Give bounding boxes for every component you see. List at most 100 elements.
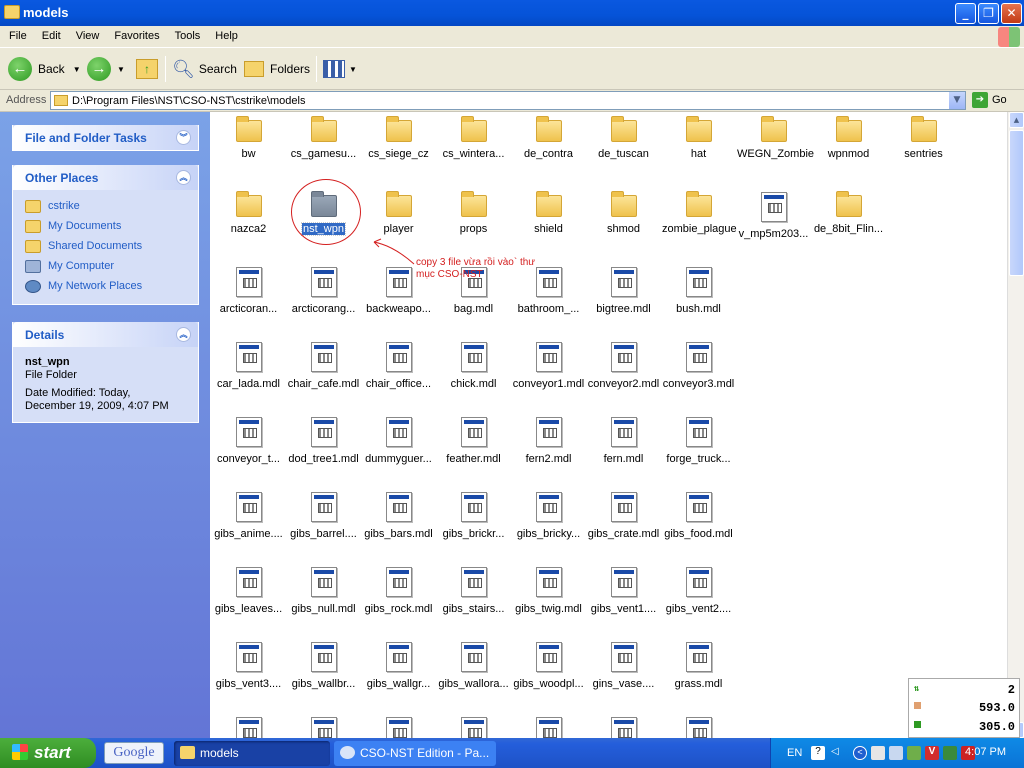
file-item[interactable] bbox=[211, 713, 286, 738]
google-toolbar[interactable]: Google bbox=[104, 742, 164, 764]
file-item[interactable]: gibs_bricky... bbox=[511, 488, 586, 563]
file-item[interactable]: dummyguer... bbox=[361, 413, 436, 488]
file-item[interactable]: arcticoran... bbox=[211, 263, 286, 338]
file-item[interactable]: gibs_wallgr... bbox=[361, 638, 436, 713]
file-item[interactable]: gibs_null.mdl bbox=[286, 563, 361, 638]
menu-tools[interactable]: Tools bbox=[166, 26, 207, 42]
place-shared-documents[interactable]: Shared Documents bbox=[25, 236, 186, 256]
file-item[interactable]: gibs_crate.mdl bbox=[586, 488, 661, 563]
folder-item[interactable]: shmod bbox=[586, 188, 661, 263]
forward-button[interactable]: → ▼ bbox=[87, 54, 125, 84]
other-places-header[interactable]: Other Places ︽ bbox=[13, 165, 198, 190]
folder-item[interactable]: hat bbox=[661, 113, 736, 188]
file-item[interactable]: gins_vase.... bbox=[586, 638, 661, 713]
file-item[interactable]: feather.mdl bbox=[436, 413, 511, 488]
file-item[interactable]: gibs_vent2.... bbox=[661, 563, 736, 638]
file-item[interactable] bbox=[436, 713, 511, 738]
address-dropdown-icon[interactable]: ▼ bbox=[949, 92, 965, 109]
place-my-documents[interactable]: My Documents bbox=[25, 216, 186, 236]
file-item[interactable]: v_mp5m203... bbox=[736, 188, 811, 263]
vertical-scrollbar[interactable]: ▲ ▼ bbox=[1007, 112, 1024, 738]
expand-icon[interactable]: ︾ bbox=[176, 130, 191, 145]
file-item[interactable]: fern.mdl bbox=[586, 413, 661, 488]
folder-item[interactable]: shield bbox=[511, 188, 586, 263]
file-item[interactable]: bush.mdl bbox=[661, 263, 736, 338]
file-item[interactable]: gibs_wallbr... bbox=[286, 638, 361, 713]
help-icon[interactable]: ? bbox=[811, 746, 825, 760]
file-item[interactable]: gibs_vent1.... bbox=[586, 563, 661, 638]
folder-item[interactable]: zombie_plague bbox=[661, 188, 737, 263]
file-item[interactable]: car_lada.mdl bbox=[211, 338, 286, 413]
collapse-icon[interactable]: ︽ bbox=[176, 170, 191, 185]
tray-icon-1[interactable] bbox=[871, 746, 885, 760]
file-item[interactable]: gibs_wallora... bbox=[436, 638, 511, 713]
chevron-left-icon[interactable]: < bbox=[853, 746, 867, 760]
file-item[interactable] bbox=[661, 713, 736, 738]
scroll-up-icon[interactable]: ▲ bbox=[1009, 112, 1024, 128]
minimize-button[interactable]: _ bbox=[955, 3, 976, 24]
file-item[interactable]: conveyor3.mdl bbox=[661, 338, 736, 413]
back-button[interactable]: ← Back ▼ bbox=[8, 54, 81, 84]
place-my-network-places[interactable]: My Network Places bbox=[25, 276, 186, 296]
search-button[interactable]: 🔍︎ Search bbox=[172, 54, 237, 84]
file-item[interactable]: dod_tree1.mdl bbox=[286, 413, 361, 488]
file-item[interactable]: gibs_brickr... bbox=[436, 488, 511, 563]
menu-edit[interactable]: Edit bbox=[33, 26, 67, 42]
folder-item[interactable]: bw bbox=[211, 113, 286, 188]
tray-icon-2[interactable] bbox=[889, 746, 903, 760]
folder-item[interactable]: sentries bbox=[886, 113, 961, 188]
file-item[interactable]: gibs_bars.mdl bbox=[361, 488, 436, 563]
folder-item[interactable]: cs_wintera... bbox=[436, 113, 511, 188]
folder-item[interactable]: de_tuscan bbox=[586, 113, 661, 188]
address-input[interactable]: D:\Program Files\NST\CSO-NST\cstrike\mod… bbox=[50, 91, 966, 110]
maximize-button[interactable]: ❐ bbox=[978, 3, 999, 24]
file-item[interactable]: gibs_leaves... bbox=[211, 563, 286, 638]
file-item[interactable]: fern2.mdl bbox=[511, 413, 586, 488]
sound-icon[interactable]: ◁ bbox=[831, 746, 845, 760]
tray-icon-4[interactable] bbox=[943, 746, 957, 760]
file-item[interactable]: gibs_woodpl... bbox=[511, 638, 586, 713]
up-folder-button[interactable]: ↑ bbox=[136, 54, 158, 84]
file-item[interactable]: conveyor2.mdl bbox=[586, 338, 661, 413]
tray-icon-3[interactable] bbox=[907, 746, 921, 760]
folder-item[interactable]: cs_gamesu... bbox=[286, 113, 361, 188]
menu-favorites[interactable]: Favorites bbox=[105, 26, 165, 42]
file-item[interactable]: gibs_twig.mdl bbox=[511, 563, 586, 638]
file-item[interactable]: chair_cafe.mdl bbox=[286, 338, 361, 413]
file-folder-tasks-header[interactable]: File and Folder Tasks ︾ bbox=[13, 125, 198, 150]
forward-dropdown-icon[interactable]: ▼ bbox=[117, 65, 125, 74]
back-dropdown-icon[interactable]: ▼ bbox=[73, 65, 81, 74]
file-item[interactable]: chick.mdl bbox=[436, 338, 511, 413]
file-item[interactable]: arcticorang... bbox=[286, 263, 361, 338]
file-item[interactable]: conveyor1.mdl bbox=[511, 338, 586, 413]
go-button[interactable]: ➔ Go bbox=[972, 92, 1007, 108]
file-item[interactable] bbox=[511, 713, 586, 738]
file-item[interactable]: gibs_stairs... bbox=[436, 563, 511, 638]
folder-item[interactable]: wpnmod bbox=[811, 113, 886, 188]
antivirus-icon[interactable]: V bbox=[925, 746, 939, 760]
file-item[interactable]: gibs_food.mdl bbox=[661, 488, 736, 563]
file-item[interactable]: gibs_rock.mdl bbox=[361, 563, 436, 638]
close-button[interactable]: ✕ bbox=[1001, 3, 1022, 24]
file-item[interactable]: chair_office... bbox=[361, 338, 436, 413]
details-header[interactable]: Details ︽ bbox=[13, 322, 198, 347]
file-item[interactable]: gibs_barrel.... bbox=[286, 488, 361, 563]
folder-item[interactable]: props bbox=[436, 188, 511, 263]
taskbar-item-models[interactable]: models bbox=[174, 741, 330, 766]
menu-help[interactable]: Help bbox=[206, 26, 244, 42]
file-item[interactable]: gibs_vent3.... bbox=[211, 638, 286, 713]
collapse-icon[interactable]: ︽ bbox=[176, 327, 191, 342]
file-item[interactable]: gibs_anime.... bbox=[211, 488, 286, 563]
folder-item[interactable]: de_contra bbox=[511, 113, 586, 188]
folder-item[interactable]: nazca2 bbox=[211, 188, 286, 263]
title-bar[interactable]: models _ ❐ ✕ bbox=[0, 0, 1024, 26]
folders-button[interactable]: Folders bbox=[244, 54, 310, 84]
file-item[interactable]: conveyor_t... bbox=[211, 413, 286, 488]
file-item[interactable]: grass.mdl bbox=[661, 638, 736, 713]
views-button[interactable]: ▼ bbox=[323, 54, 357, 84]
start-button[interactable]: start bbox=[0, 738, 96, 768]
file-item[interactable] bbox=[586, 713, 661, 738]
file-item[interactable]: bigtree.mdl bbox=[586, 263, 661, 338]
file-item[interactable]: forge_truck... bbox=[661, 413, 736, 488]
folder-item[interactable]: cs_siege_cz bbox=[361, 113, 436, 188]
